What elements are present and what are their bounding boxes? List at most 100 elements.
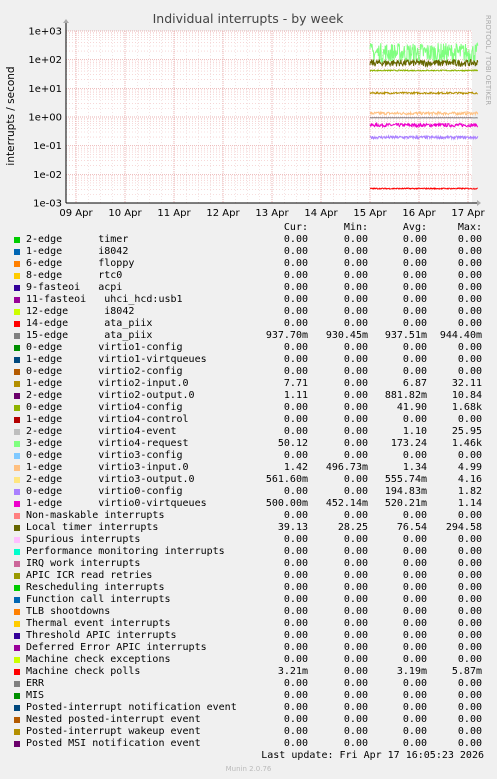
legend-label: 14-edge ata_piix — [26, 318, 153, 329]
legend-swatch — [14, 321, 20, 327]
legend-max-value: 0.00 — [457, 414, 482, 425]
legend-label: 2-edge virtio4-event — [26, 426, 177, 437]
legend-row: TLB shootdowns 0.00 0.00 0.00 0.00 — [12, 606, 492, 618]
legend-swatch — [14, 357, 20, 363]
legend-swatch — [14, 273, 20, 279]
y-tick-label: 1e+03 — [28, 27, 62, 38]
legend-max-value: 32.11 — [451, 378, 482, 389]
legend-swatch — [14, 381, 20, 387]
legend-max-value: 10.84 — [451, 390, 482, 401]
legend-max-value: 0.00 — [457, 726, 482, 737]
legend-swatch — [14, 537, 20, 543]
legend-label: 2-edge virtio2-output.0 — [26, 390, 195, 401]
legend-label: 0-edge virtio4-config — [26, 402, 183, 413]
legend-label: Thermal event interrupts — [26, 618, 171, 629]
legend-row: 9-fasteoi acpi 0.00 0.00 0.00 0.00 — [12, 282, 492, 294]
legend-max-value: 0.00 — [457, 318, 482, 329]
legend-row: 1-edge virtio1-virtqueues 0.00 0.00 0.00 0.0… — [12, 354, 492, 366]
legend-row: 1-edge virtio3-input.0 1.42 496.73m 1.34 4.9… — [12, 462, 492, 474]
x-tick-label: 10 Apr — [108, 208, 142, 219]
legend-max-value: 0.00 — [457, 366, 482, 377]
legend-max-value: 0.00 — [457, 294, 482, 305]
x-tick-label: 16 Apr — [402, 208, 436, 219]
y-tick-label: 1e+02 — [28, 55, 62, 66]
legend-row: Machine check exceptions 0.00 0.00 0.00 0.00 — [12, 654, 492, 666]
y-tick-label: 1e-01 — [33, 141, 62, 152]
legend-swatch — [14, 741, 20, 747]
legend-max-value: 1.14 — [457, 498, 482, 509]
rrdtool-side-label: RRDTOOL / TOBI OETIKER — [484, 15, 492, 105]
legend-max-value: 0.00 — [457, 654, 482, 665]
legend-swatch — [14, 573, 20, 579]
chart-canvas: 1e-03 1e-02 1e-01 1e+00 1e+01 1e+02 1e+03 09 Ap… — [5, 11, 492, 219]
x-tick-label: 12 Apr — [206, 208, 240, 219]
legend-label: APIC ICR read retries — [26, 570, 153, 581]
legend-row: 14-edge ata_piix 0.00 0.00 0.00 0.00 — [12, 318, 492, 330]
legend-label: 8-edge rtc0 — [26, 270, 123, 281]
legend-swatch — [14, 513, 20, 519]
legend-swatch — [14, 489, 20, 495]
chart-title: Individual interrupts - by week — [153, 11, 345, 26]
legend-label: 0-edge virtio3-config — [26, 450, 183, 461]
legend-row: APIC ICR read retries 0.00 0.00 0.00 0.00 — [12, 570, 492, 582]
legend-label: Deferred Error APIC interrupts — [26, 642, 207, 653]
legend-max-value: 4.16 — [457, 474, 482, 485]
legend-swatch — [14, 645, 20, 651]
legend-label: 2-edge timer — [26, 234, 129, 245]
legend-row: 1-edge virtio2-input.0 7.71 0.00 6.87 32.11 — [12, 378, 492, 390]
y-tick-label: 1e-02 — [33, 170, 62, 181]
legend-label: MIS — [26, 690, 45, 701]
legend-max-value: 0.00 — [457, 558, 482, 569]
legend-max-value: 0.00 — [457, 642, 482, 653]
legend-max-value: 0.00 — [457, 714, 482, 725]
legend-row: IRQ work interrupts 0.00 0.00 0.00 0.00 — [12, 558, 492, 570]
legend-max-value: 4.99 — [457, 462, 482, 473]
legend-row: Performance monitoring interrupts 0.00 0.0… — [12, 546, 492, 558]
legend-max-value: 0.00 — [457, 270, 482, 281]
legend-swatch — [14, 453, 20, 459]
legend-label: 11-fasteoi uhci_hcd:usb1 — [26, 294, 183, 305]
legend-max-value: 0.00 — [457, 282, 482, 293]
x-tick-label: 13 Apr — [255, 208, 289, 219]
x-tick-label: 15 Apr — [353, 208, 387, 219]
x-tick-label: 14 Apr — [304, 208, 338, 219]
legend-row: 2-edge timer 0.00 0.00 0.00 0.00 — [12, 234, 492, 246]
legend-swatch — [14, 669, 20, 675]
legend-swatch — [14, 717, 20, 723]
legend-max-value: 0.00 — [457, 678, 482, 689]
legend-row: 0-edge virtio3-config 0.00 0.00 0.00 0.00 — [12, 450, 492, 462]
legend-max-value: 0.00 — [457, 354, 482, 365]
legend-label: IRQ work interrupts — [26, 558, 141, 569]
legend-swatch — [14, 429, 20, 435]
legend-row: Function call interrupts 0.00 0.00 0.00 0.00 — [12, 594, 492, 606]
legend-swatch — [14, 261, 20, 267]
legend-max-value: 1.46k — [451, 438, 482, 449]
legend-header: Cur: Min: Avg: Max: — [12, 221, 492, 234]
legend-max-value: 944.40m — [439, 330, 482, 341]
legend-swatch — [14, 633, 20, 639]
legend-max-value: 0.00 — [457, 510, 482, 521]
legend-label: 6-edge floppy — [26, 258, 135, 269]
legend-row: Deferred Error APIC interrupts 0.00 0.00 0.… — [12, 642, 492, 654]
legend-label: 12-edge i8042 — [26, 306, 135, 317]
legend: Cur: Min: Avg: Max: 2-edge timer 0.00 0.00… — [12, 221, 492, 750]
legend-max-value: 0.00 — [457, 306, 482, 317]
legend-swatch — [14, 549, 20, 555]
legend-label: Spurious interrupts — [26, 534, 141, 545]
legend-label: 0-edge virtio1-config — [26, 342, 183, 353]
last-update: Last update: Fri Apr 17 16:05:23 2026 — [261, 750, 484, 761]
munin-version: Munin 2.0.76 — [225, 765, 272, 773]
legend-label: 1-edge virtio3-input.0 — [26, 462, 189, 473]
legend-swatch — [14, 405, 20, 411]
legend-swatch — [14, 297, 20, 303]
legend-row: Nested posted-interrupt event 0.00 0.00 0.0… — [12, 714, 492, 726]
legend-max-value: 0.00 — [457, 546, 482, 557]
legend-row: 0-edge virtio2-config 0.00 0.00 0.00 0.00 — [12, 366, 492, 378]
legend-label: 1-edge virtio0-virtqueues — [26, 498, 207, 509]
legend-row: 1-edge virtio0-virtqueues 500.00m 452.14m 5… — [12, 498, 492, 510]
legend-swatch — [14, 465, 20, 471]
legend-row: 11-fasteoi uhci_hcd:usb1 0.00 0.00 0.00 0.00 — [12, 294, 492, 306]
legend-max-value: 0.00 — [457, 738, 482, 749]
legend-row: MIS 0.00 0.00 0.00 0.00 — [12, 690, 492, 702]
legend-max-value: 5.87m — [451, 666, 482, 677]
